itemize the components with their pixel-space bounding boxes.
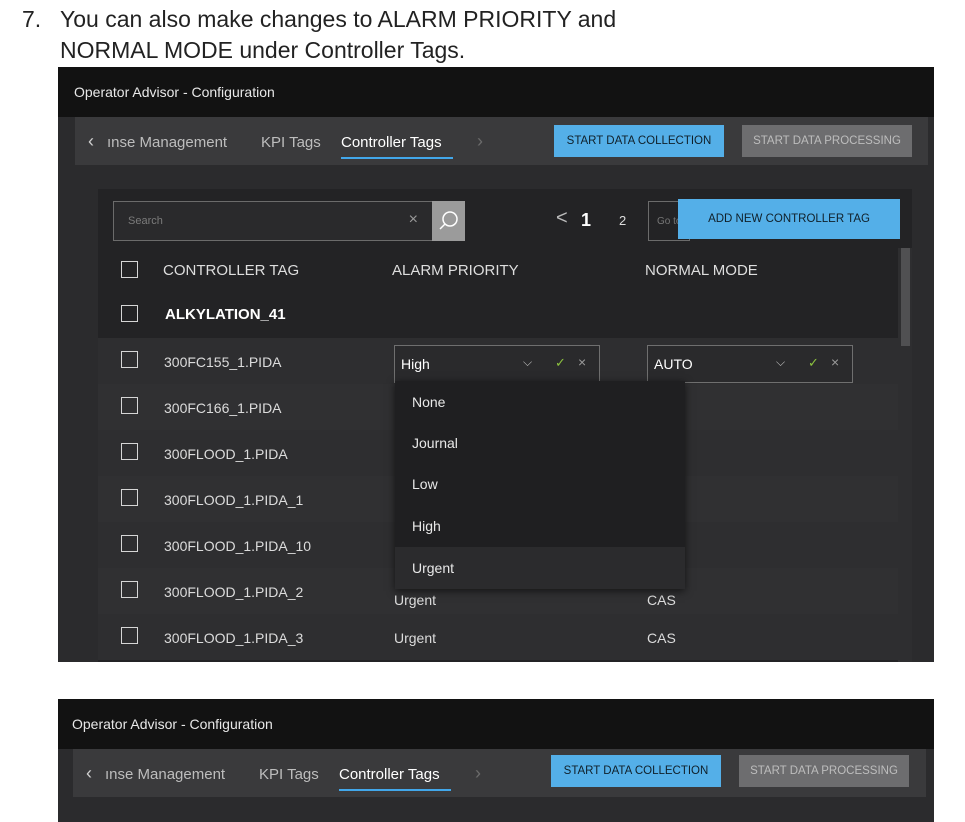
close-icon[interactable]: × [831, 354, 839, 370]
controller-tag-cell: 300FLOOD_1.PIDA [164, 446, 288, 462]
active-tab-indicator [341, 157, 453, 159]
option-label: Low [412, 476, 438, 492]
step-text-line-1: You can also make changes to ALARM PRIOR… [60, 6, 617, 32]
close-icon[interactable]: × [578, 354, 586, 370]
controller-tag-cell: 300FLOOD_1.PIDA_1 [164, 492, 304, 508]
start-data-processing-button[interactable]: START DATA PROCESSING [742, 125, 912, 157]
alarm-priority-value: High [401, 356, 430, 372]
step-text-line-2: NORMAL MODE under Controller Tags. [60, 37, 466, 63]
row-checkbox[interactable] [121, 397, 138, 414]
chevron-down-icon[interactable]: ⌵ [776, 355, 785, 370]
dropdown-option-low[interactable]: Low [395, 463, 685, 505]
check-icon[interactable]: ✓ [555, 355, 566, 371]
alarm-priority-cell: Urgent [394, 630, 437, 646]
tab-license-management[interactable]: ınse Management [107, 134, 227, 151]
start-data-collection-button[interactable]: START DATA COLLECTION [554, 125, 724, 157]
check-icon[interactable]: ✓ [808, 355, 819, 371]
tab-controller-tags[interactable]: Controller Tags [339, 766, 440, 783]
tab-controller-tags[interactable]: Controller Tags [341, 134, 442, 151]
row-checkbox[interactable] [121, 581, 138, 598]
chevron-right-icon[interactable]: › [477, 131, 483, 152]
search-icon [439, 211, 458, 230]
row-checkbox[interactable] [121, 443, 138, 460]
step-number: 7. [22, 6, 42, 32]
row-checkbox[interactable] [121, 535, 138, 552]
tab-kpi-tags[interactable]: KPI Tags [261, 134, 321, 151]
search-input[interactable]: Search × [113, 201, 433, 241]
dropdown-option-journal[interactable]: Journal [395, 422, 685, 464]
column-header-controller-tag[interactable]: CONTROLLER TAG [163, 262, 299, 279]
active-tab-indicator [339, 789, 451, 791]
alarm-priority-cell: Urgent [394, 592, 437, 608]
row-checkbox[interactable] [121, 351, 138, 368]
tab-license-management[interactable]: ınse Management [105, 766, 225, 783]
app-window: Operator Advisor - Configuration ‹ ınse … [58, 67, 934, 662]
group-row[interactable]: ALKYLATION_41 [98, 292, 898, 338]
chevron-left-icon[interactable]: ‹ [88, 131, 94, 152]
controller-tag-cell: 300FC155_1.PIDA [164, 354, 282, 370]
row-checkbox[interactable] [121, 627, 138, 644]
option-label: Urgent [412, 560, 455, 576]
chevron-right-icon[interactable]: › [475, 763, 481, 784]
app-window-second: Operator Advisor - Configuration ‹ ınse … [58, 699, 934, 822]
normal-mode-value: AUTO [654, 356, 693, 372]
group-name: ALKYLATION_41 [165, 306, 286, 323]
normal-mode-cell: CAS [647, 630, 676, 646]
normal-mode-select[interactable]: AUTO ⌵ ✓ × [647, 345, 853, 383]
table-row[interactable]: 300FLOOD_1.PIDA_3 Urgent CAS [98, 614, 898, 660]
pagination-current-page[interactable]: 1 [581, 210, 591, 231]
search-button[interactable] [432, 201, 465, 241]
alarm-priority-select[interactable]: High ⌵ ✓ × [394, 345, 600, 383]
chevron-down-icon[interactable]: ⌵ [523, 355, 532, 370]
tab-bar: ‹ ınse Management KPI Tags Controller Ta… [73, 749, 926, 797]
option-label: High [412, 518, 441, 534]
controller-tag-cell: 300FLOOD_1.PIDA_10 [164, 538, 312, 554]
alarm-priority-dropdown-menu: None Journal Low High Urgent [395, 381, 685, 589]
window-title: Operator Advisor - Configuration [72, 716, 273, 732]
scrollbar-thumb[interactable] [901, 248, 910, 346]
column-header-alarm-priority[interactable]: ALARM PRIORITY [392, 262, 519, 279]
column-header-normal-mode[interactable]: NORMAL MODE [645, 262, 758, 279]
start-data-processing-button[interactable]: START DATA PROCESSING [739, 755, 909, 787]
add-new-controller-tag-button[interactable]: ADD NEW CONTROLLER TAG [678, 199, 900, 239]
title-bar: Operator Advisor - Configuration [58, 67, 934, 117]
option-label: Journal [412, 435, 458, 451]
option-label: None [412, 394, 446, 410]
tab-kpi-tags[interactable]: KPI Tags [259, 766, 319, 783]
clear-icon[interactable]: × [409, 211, 418, 229]
chevron-left-icon[interactable]: ‹ [86, 763, 92, 784]
table-scrollbar[interactable] [898, 248, 912, 662]
pagination-prev[interactable]: < [556, 207, 568, 230]
dropdown-option-high[interactable]: High [395, 505, 685, 547]
select-all-checkbox[interactable] [121, 261, 138, 278]
search-placeholder: Search [128, 215, 163, 227]
controller-tag-cell: 300FLOOD_1.PIDA_3 [164, 630, 304, 646]
table-header: CONTROLLER TAG ALARM PRIORITY NORMAL MOD… [98, 248, 898, 294]
pagination-page-2[interactable]: 2 [619, 213, 626, 228]
controller-tag-cell: 300FC166_1.PIDA [164, 400, 282, 416]
row-checkbox[interactable] [121, 489, 138, 506]
group-checkbox[interactable] [121, 305, 138, 322]
window-title: Operator Advisor - Configuration [74, 84, 275, 100]
start-data-collection-button[interactable]: START DATA COLLECTION [551, 755, 721, 787]
normal-mode-cell: CAS [647, 592, 676, 608]
dropdown-option-none[interactable]: None [395, 381, 685, 423]
dropdown-option-urgent[interactable]: Urgent [395, 547, 685, 589]
controller-tag-cell: 300FLOOD_1.PIDA_2 [164, 584, 304, 600]
table-row[interactable]: 300FC155_1.PIDA High ⌵ ✓ × AUTO ⌵ ✓ × [98, 338, 898, 384]
title-bar: Operator Advisor - Configuration [58, 699, 934, 749]
tab-bar: ‹ ınse Management KPI Tags Controller Ta… [75, 117, 928, 165]
